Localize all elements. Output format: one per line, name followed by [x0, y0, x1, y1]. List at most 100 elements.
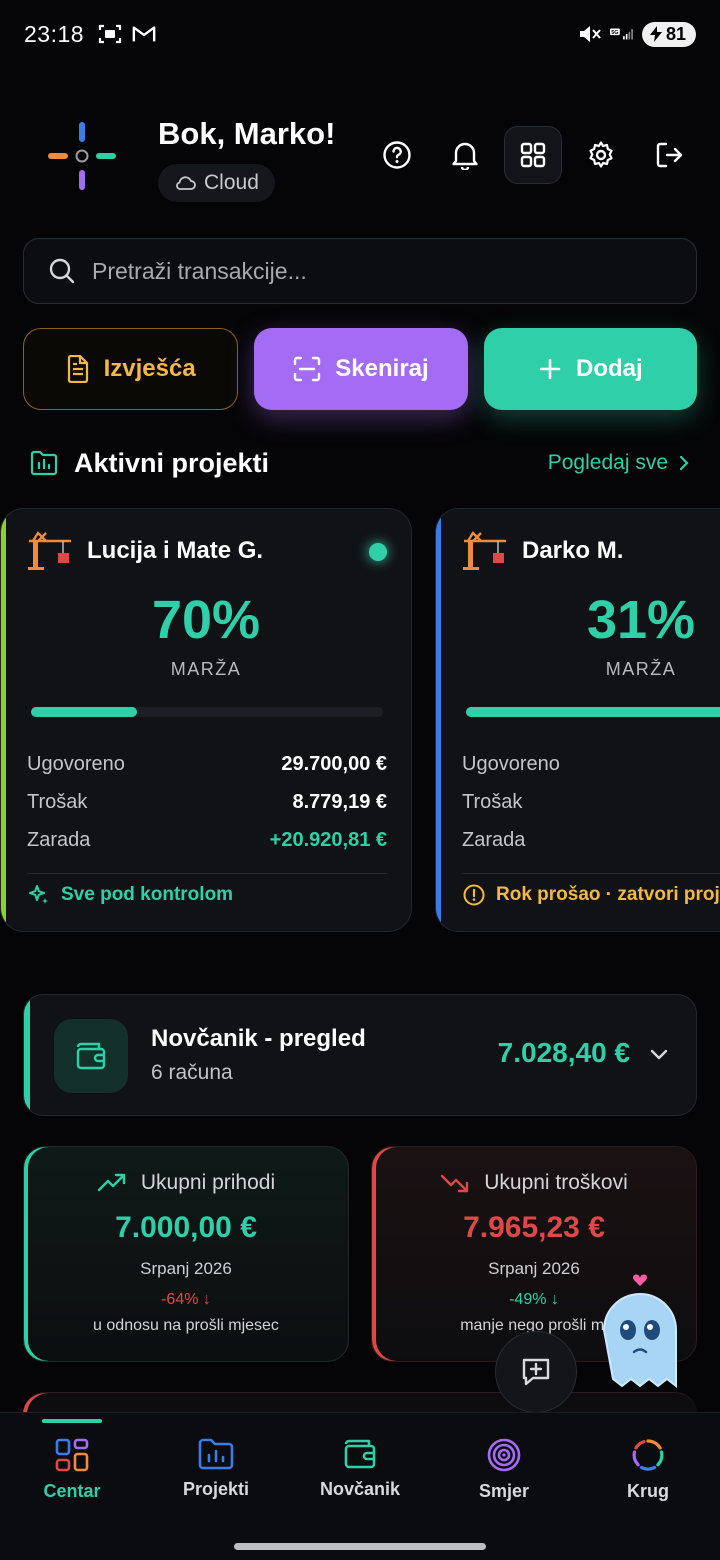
- app-header: Bok, Marko! Cloud: [28, 110, 698, 210]
- wallet-balance: 7.028,40 €: [497, 1037, 630, 1068]
- quick-actions: Izvješća Skeniraj Dodaj: [23, 328, 697, 410]
- project-card[interactable]: Darko M. 31% MARŽA Ugovoreno4 Trošak2 Za…: [435, 508, 720, 932]
- wallet-overview-card[interactable]: Novčanik - pregled 6 računa 7.028,40 €: [23, 994, 697, 1116]
- cloud-icon: [176, 176, 196, 190]
- project-name: Darko M.: [522, 537, 624, 564]
- earnings-row: Zarada +20.920,81 €: [27, 821, 387, 859]
- reports-button[interactable]: Izvješća: [23, 328, 239, 410]
- status-time: 23:18: [24, 20, 85, 47]
- project-card[interactable]: Lucija i Mate G. 70% MARŽA Ugovoreno 29.7…: [0, 508, 412, 932]
- dashboard-icon: [55, 1438, 89, 1472]
- add-label: Dodaj: [575, 355, 643, 382]
- chevron-right-icon: [679, 455, 689, 471]
- widgets-button[interactable]: [504, 126, 562, 184]
- income-change-note: u odnosu na prošli mjesec: [93, 1317, 279, 1334]
- warning-circle-icon: [463, 884, 485, 906]
- chevron-down-icon[interactable]: [648, 1043, 670, 1065]
- divider: [27, 873, 387, 874]
- reports-label: Izvješća: [103, 355, 196, 382]
- projects-carousel[interactable]: Lucija i Mate G. 70% MARŽA Ugovoreno 29.7…: [0, 508, 720, 934]
- add-button[interactable]: Dodaj: [483, 328, 697, 410]
- logout-icon: [656, 142, 683, 168]
- gear-icon: [589, 141, 613, 168]
- margin-label: MARŽA: [170, 659, 242, 679]
- section-title: Aktivni projekti: [74, 447, 270, 478]
- notifications-button[interactable]: [436, 126, 494, 184]
- project-accent-bar: [436, 509, 441, 931]
- nav-krug[interactable]: Krug: [576, 1413, 720, 1533]
- wallet-icon: [344, 1439, 376, 1469]
- income-amount: 7.000,00 €: [115, 1211, 257, 1244]
- active-status-dot: [369, 543, 387, 561]
- total-income-card[interactable]: Ukupni prihodi 7.000,00 € Srpanj 2026 -6…: [23, 1146, 349, 1362]
- gmail-icon: [132, 22, 156, 46]
- nav-centar[interactable]: Centar: [0, 1413, 144, 1533]
- margin-progress-bar: [31, 707, 383, 717]
- folder-chart-icon: [198, 1438, 234, 1470]
- contracted-row: Ugovoreno 29.700,00 €: [27, 745, 387, 783]
- row-label: Zarada: [462, 828, 526, 851]
- nav-novcanik[interactable]: Novčanik: [288, 1413, 432, 1533]
- expenses-title: Ukupni troškovi: [484, 1171, 628, 1194]
- row-label: Ugovoreno: [27, 752, 125, 775]
- nav-projekti[interactable]: Projekti: [144, 1413, 288, 1533]
- row-label: Trošak: [462, 790, 523, 813]
- nav-label: Centar: [43, 1481, 101, 1501]
- margin-progress-bar: [466, 707, 720, 717]
- circle-icon: [632, 1439, 664, 1471]
- project-status-text: Sve pod kontrolom: [61, 884, 234, 905]
- margin-percent: 31%: [586, 590, 696, 650]
- row-value: +20.920,81 €: [269, 828, 387, 851]
- nav-smjer[interactable]: Smjer: [432, 1413, 576, 1533]
- battery-level: 81: [665, 23, 686, 44]
- scan-label: Skeniraj: [335, 355, 429, 382]
- divider: [462, 873, 720, 874]
- project-accent-bar: [1, 509, 6, 931]
- nav-label: Novčanik: [319, 1479, 401, 1499]
- nav-label: Projekti: [182, 1479, 250, 1499]
- active-projects-header: Aktivni projekti Pogledaj sve: [30, 440, 690, 486]
- ghost-mascot-icon[interactable]: [590, 1268, 690, 1394]
- settings-button[interactable]: [572, 126, 630, 184]
- cloud-chip-label: Cloud: [204, 171, 259, 194]
- project-status: Sve pod kontrolom: [27, 883, 233, 907]
- greeting-title: Bok, Marko!: [158, 116, 336, 151]
- progress-fill: [31, 707, 137, 717]
- document-icon: [67, 355, 88, 383]
- battery-indicator: 81: [641, 21, 696, 47]
- transaction-search[interactable]: [23, 238, 697, 304]
- scan-icon: [294, 356, 321, 382]
- bell-icon: [452, 142, 478, 170]
- status-bar: 23:18 5G 81: [0, 0, 720, 68]
- expenses-amount: 7.965,23 €: [463, 1211, 605, 1244]
- row-label: Ugovoreno: [462, 752, 560, 775]
- screenshot-icon: [98, 22, 122, 46]
- crane-icon: [463, 531, 506, 570]
- row-label: Trošak: [27, 790, 88, 813]
- project-status-text: Rok prošao · zatvori projekt: [496, 884, 720, 905]
- home-indicator: [234, 1543, 486, 1550]
- income-change: -64% ↓: [161, 1291, 211, 1308]
- search-input[interactable]: [92, 257, 696, 285]
- help-button[interactable]: [368, 126, 426, 184]
- message-plus-icon: [522, 1358, 550, 1386]
- nav-label: Smjer: [478, 1481, 530, 1501]
- wallet-accounts-count: 6 računa: [151, 1061, 233, 1084]
- nav-label: Krug: [627, 1481, 669, 1501]
- wallet-icon: [54, 1019, 128, 1093]
- row-value: 8.779,19 €: [292, 790, 387, 813]
- scan-button[interactable]: Skeniraj: [254, 328, 468, 410]
- project-status: Rok prošao · zatvori projekt: [462, 883, 720, 907]
- mute-icon: [578, 22, 602, 46]
- wallet-accent-bar: [24, 995, 30, 1115]
- logout-button[interactable]: [640, 126, 698, 184]
- see-all-projects-link[interactable]: Pogledaj sve: [548, 451, 690, 475]
- cloud-status-chip[interactable]: Cloud: [158, 164, 275, 202]
- row-value: 29.700,00 €: [281, 752, 387, 775]
- target-icon: [487, 1438, 521, 1472]
- income-period: Srpanj 2026: [140, 1259, 232, 1278]
- search-icon: [49, 258, 75, 284]
- trending-up-icon: [97, 1173, 126, 1192]
- earnings-row: Zarada+1: [462, 821, 720, 859]
- add-comment-button[interactable]: [495, 1331, 577, 1413]
